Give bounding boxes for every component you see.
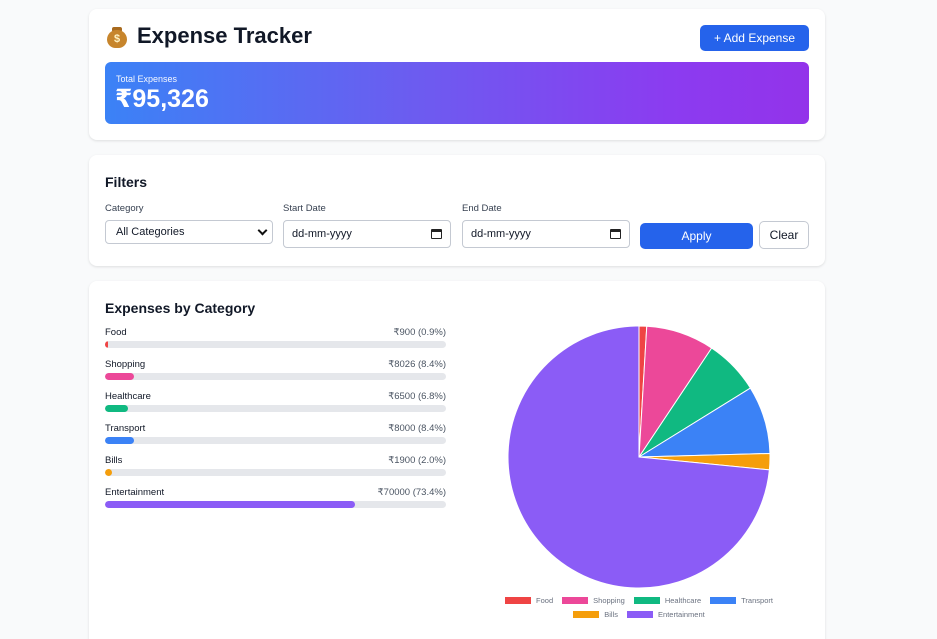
start-date-value: dd-mm-yyyy xyxy=(292,228,352,240)
legend-swatch xyxy=(710,596,737,604)
legend-swatch xyxy=(627,610,654,618)
category-progress-fill xyxy=(105,405,129,412)
start-date-label: Start Date xyxy=(283,203,326,214)
category-name: Shopping xyxy=(105,359,146,370)
category-select[interactable]: All Categories xyxy=(105,220,273,244)
filters-card: Filters Category All Categories Start Da… xyxy=(89,155,825,266)
category-progress-track xyxy=(105,373,446,380)
category-section-title: Expenses by Category xyxy=(105,300,256,316)
total-expenses-panel: Total Expenses ₹95,326 xyxy=(105,62,809,124)
category-row: Shopping ₹8026 (8.4%) xyxy=(105,359,446,387)
legend-item[interactable]: Food xyxy=(505,596,553,605)
calendar-icon[interactable] xyxy=(610,229,621,239)
end-date-value: dd-mm-yyyy xyxy=(471,228,531,240)
money-bag-icon: $ xyxy=(105,24,129,48)
legend-label: Food xyxy=(536,595,554,605)
category-progress-track xyxy=(105,341,446,348)
legend-swatch xyxy=(573,610,600,618)
end-date-label: End Date xyxy=(462,203,502,214)
category-amount: ₹70000 (73.4%) xyxy=(377,487,446,498)
start-date-input[interactable]: dd-mm-yyyy xyxy=(283,220,451,248)
filters-title: Filters xyxy=(105,174,148,190)
category-row: Bills ₹1900 (2.0%) xyxy=(105,455,446,483)
category-progress-fill xyxy=(105,373,134,380)
category-row: Healthcare ₹6500 (6.8%) xyxy=(105,391,446,419)
category-row: Food ₹900 (0.9%) xyxy=(105,327,446,355)
apply-button[interactable]: Apply xyxy=(640,223,753,249)
clear-button[interactable]: Clear xyxy=(759,221,809,249)
add-expense-button[interactable]: + Add Expense xyxy=(700,25,809,51)
legend-label: Entertainment xyxy=(658,609,705,619)
legend-item[interactable]: Transport xyxy=(710,596,773,605)
category-progress-fill xyxy=(105,469,112,476)
category-name: Transport xyxy=(105,423,146,434)
category-progress-track xyxy=(105,469,446,476)
total-expenses-value: ₹95,326 xyxy=(115,85,209,113)
chevron-down-icon xyxy=(257,225,268,235)
category-name: Bills xyxy=(105,455,123,466)
category-progress-fill xyxy=(105,501,356,508)
category-pie-chart xyxy=(507,325,771,589)
legend-label: Healthcare xyxy=(664,595,702,605)
legend-row: Bills Entertainment xyxy=(484,607,794,621)
category-name: Food xyxy=(105,327,127,338)
category-progress-track xyxy=(105,437,446,444)
category-amount: ₹8000 (8.4%) xyxy=(388,423,446,434)
legend-label: Transport xyxy=(741,595,773,605)
legend-item[interactable]: Healthcare xyxy=(633,595,702,605)
total-expenses-label: Total Expenses xyxy=(116,74,178,84)
legend-label: Shopping xyxy=(593,595,625,605)
legend-item[interactable]: Bills xyxy=(573,610,618,619)
category-select-value: All Categories xyxy=(116,226,185,238)
category-card: Expenses by Category Food ₹900 (0.9%) Shop… xyxy=(89,281,825,639)
category-name: Healthcare xyxy=(105,391,151,402)
legend-item[interactable]: Shopping xyxy=(562,596,625,605)
category-row: Entertainment ₹70000 (73.4%) xyxy=(105,487,446,515)
end-date-input[interactable]: dd-mm-yyyy xyxy=(462,220,630,248)
legend-swatch xyxy=(633,596,660,604)
category-progress-track xyxy=(105,405,446,412)
legend-swatch xyxy=(505,596,532,604)
category-amount: ₹1900 (2.0%) xyxy=(388,455,446,466)
calendar-icon[interactable] xyxy=(431,229,442,239)
category-amount: ₹900 (0.9%) xyxy=(393,327,446,338)
category-progress-fill xyxy=(105,437,134,444)
header-card: $ Expense Tracker + Add Expense Total Ex… xyxy=(89,9,825,140)
pie-legend: Food Shopping Healthcare Transport Bills Ente… xyxy=(484,593,794,621)
title-row: $ Expense Tracker xyxy=(105,23,312,49)
category-progress-fill xyxy=(105,341,109,348)
category-progress-track xyxy=(105,501,446,508)
category-amount: ₹8026 (8.4%) xyxy=(388,359,446,370)
legend-row: Food Shopping Healthcare Transport xyxy=(484,593,794,607)
page-title: Expense Tracker xyxy=(137,23,312,48)
category-row: Transport ₹8000 (8.4%) xyxy=(105,423,446,451)
legend-item[interactable]: Entertainment xyxy=(627,610,705,619)
category-name: Entertainment xyxy=(105,487,165,498)
category-label: Category xyxy=(105,203,144,214)
category-amount: ₹6500 (6.8%) xyxy=(388,391,446,402)
legend-swatch xyxy=(562,596,589,604)
legend-label: Bills xyxy=(604,609,619,619)
